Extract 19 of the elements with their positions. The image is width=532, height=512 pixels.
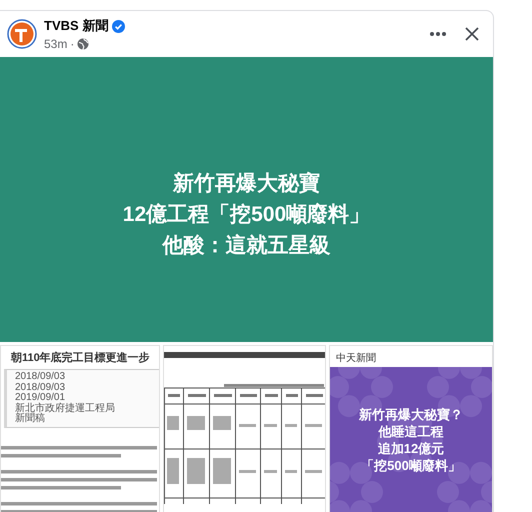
post-banner[interactable]: 新竹再爆大秘寶 12億工程「挖500噸廢料」 他酸：這就五星級 <box>0 57 493 342</box>
close-icon[interactable] <box>465 27 479 41</box>
meta-text: 2019/09/01 <box>15 393 66 403</box>
shared-post-thumbnail[interactable]: 中天新聞 新竹再爆大秘寶？ 他睡這工程 追加12億元 「挖500噸廢料」 <box>329 345 493 512</box>
separator-dot: · <box>70 37 74 51</box>
banner-headline: 新竹再爆大秘寶 12億工程「挖500噸廢料」 他酸：這就五星級 <box>122 170 370 259</box>
author-name[interactable]: TVBS 新聞 <box>44 17 108 35</box>
meta-text: 2018/09/03 <box>15 372 66 382</box>
globe-icon[interactable] <box>77 38 90 50</box>
image-headline: 新竹再爆大秘寶？ 他睡這工程 追加12億元 「挖500噸廢料」 <box>359 406 463 474</box>
more-options-icon[interactable] <box>430 32 446 36</box>
article-title: 朝110年底完工目標更進一步 <box>11 350 151 365</box>
post-time[interactable]: 53m <box>44 37 68 51</box>
avatar-logo[interactable] <box>7 19 37 49</box>
meta-text: 2018/09/03 <box>15 382 66 392</box>
meta-text: 新聞稿 <box>15 414 46 424</box>
source-name: 中天新聞 <box>336 353 376 364</box>
article-thumbnail[interactable]: 朝110年底完工目標更進一步 2018/09/03 2018/09/03 2019/09/01 新北市政府捷運工程局 新聞稿 <box>0 345 160 512</box>
meta-text: 新北市政府捷運工程局 <box>15 404 116 414</box>
